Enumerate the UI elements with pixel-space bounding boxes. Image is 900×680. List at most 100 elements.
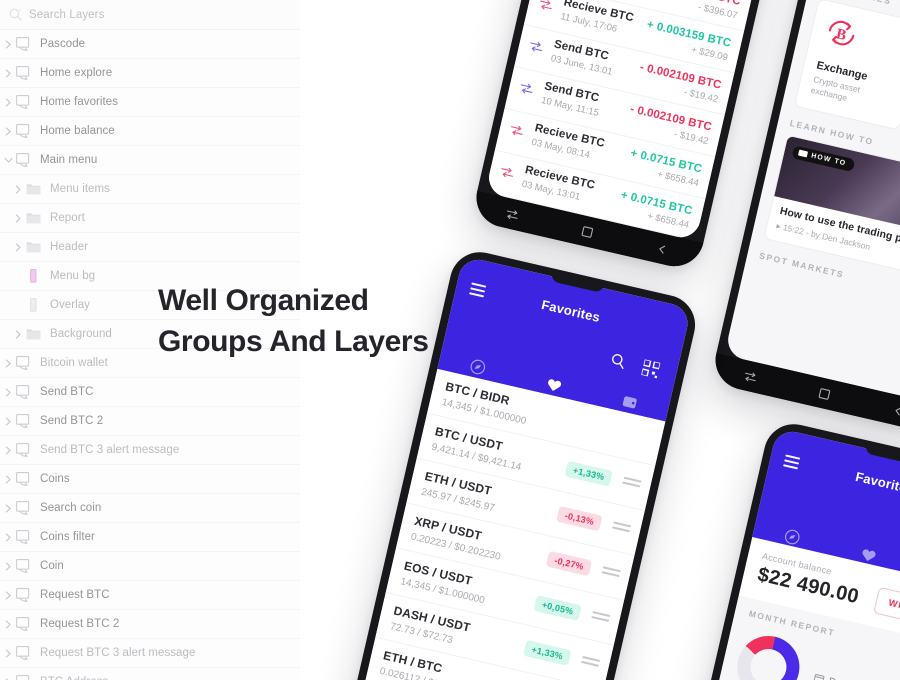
- artboard-icon: [16, 558, 32, 574]
- video-badge: HOW TO: [791, 145, 856, 173]
- chevron-right-icon[interactable]: [0, 378, 16, 407]
- artboard-icon: [16, 645, 32, 661]
- balance-screen: Favorites Account balance $22 490.00 WIT…: [673, 427, 900, 680]
- back-icon[interactable]: [656, 242, 669, 255]
- layer-name: Main menu: [40, 154, 98, 166]
- layer-name: Home balance: [40, 125, 115, 137]
- layer-row[interactable]: Home explore: [0, 59, 300, 88]
- transfer-icon: [509, 124, 525, 138]
- camera-icon: [797, 150, 808, 158]
- chevron-right-icon[interactable]: [0, 639, 16, 668]
- chevron-right-icon[interactable]: [0, 581, 16, 610]
- artboard-icon: [16, 674, 32, 680]
- back-icon[interactable]: [892, 404, 900, 417]
- chevron-right-icon[interactable]: [0, 668, 16, 680]
- artboard-icon: [16, 442, 32, 458]
- layer-name: Send BTC 2: [40, 415, 104, 427]
- layer-row[interactable]: Coins: [0, 465, 300, 494]
- layer-row[interactable]: Send BTC 2: [0, 407, 300, 436]
- layer-name: Menu items: [50, 183, 110, 195]
- page-title: Favorites: [540, 296, 602, 325]
- folder-icon: [26, 240, 42, 255]
- layer-row[interactable]: Menu items: [0, 175, 300, 204]
- artboard-icon: [16, 500, 32, 516]
- layer-name: Home explore: [40, 67, 113, 79]
- chevron-down-icon[interactable]: [0, 146, 16, 175]
- layer-row[interactable]: Request BTC: [0, 581, 300, 610]
- artboard-icon: [16, 587, 32, 603]
- recents-icon[interactable]: [743, 370, 758, 384]
- artboard-icon: [16, 36, 32, 52]
- layer-row[interactable]: Header: [0, 233, 300, 262]
- search-icon: [9, 8, 22, 21]
- layer-name: Request BTC 3 alert message: [40, 647, 196, 659]
- chevron-right-icon[interactable]: [0, 610, 16, 639]
- search-icon[interactable]: [609, 352, 627, 370]
- chevron-right-icon[interactable]: [0, 494, 16, 523]
- chevron-right-icon[interactable]: [10, 320, 26, 349]
- layer-row[interactable]: Coins filter: [0, 523, 300, 552]
- chevron-right-icon[interactable]: [0, 436, 16, 465]
- layer-row[interactable]: Search coin: [0, 494, 300, 523]
- chevron-right-icon[interactable]: [0, 465, 16, 494]
- search-layers-row[interactable]: [0, 0, 300, 30]
- layer-name: Coins filter: [40, 531, 95, 543]
- search-input[interactable]: [29, 8, 229, 21]
- shape-thumbnail-icon: [26, 297, 42, 313]
- chevron-right-icon[interactable]: [10, 233, 26, 262]
- artboard-icon: [16, 616, 32, 632]
- shape-thumbnail-icon: [26, 268, 42, 284]
- layer-row[interactable]: Home balance: [0, 117, 300, 146]
- chevron-right-icon[interactable]: [0, 88, 16, 117]
- layer-name: Send BTC 3 alert message: [40, 444, 180, 456]
- phone-balance: Favorites Account balance $22 490.00 WIT…: [658, 418, 900, 680]
- video-badge-label: HOW TO: [810, 152, 847, 168]
- withdraw-button[interactable]: WITHDRAW: [872, 586, 900, 633]
- artboard-icon: [16, 65, 32, 81]
- folder-icon: [26, 182, 42, 197]
- chevron-right-icon[interactable]: [0, 552, 16, 581]
- chevron-right-icon[interactable]: [0, 59, 16, 88]
- transfer-icon: [499, 166, 515, 180]
- transfer-icon: [528, 40, 544, 54]
- favorites-list[interactable]: BTC / BIDR 14,345 / $1.000000 BTC / USDT…: [359, 368, 666, 680]
- chevron-right-icon[interactable]: [0, 349, 16, 378]
- layer-name: Pascode: [40, 38, 86, 50]
- layer-row[interactable]: Main menu: [0, 146, 300, 175]
- layer-row[interactable]: Pascode: [0, 30, 300, 59]
- artboard-icon: [16, 152, 32, 168]
- layer-row[interactable]: Send BTC 3 alert message: [0, 436, 300, 465]
- layer-row[interactable]: Request BTC 3 alert message: [0, 639, 300, 668]
- folder-icon: [26, 327, 42, 342]
- recents-icon[interactable]: [505, 207, 520, 221]
- qr-icon[interactable]: [641, 359, 661, 379]
- layer-name: Header: [50, 241, 89, 253]
- layer-row[interactable]: Coin: [0, 552, 300, 581]
- layer-row[interactable]: Request BTC 2: [0, 610, 300, 639]
- layer-name: Background: [50, 328, 112, 340]
- month-report-donut: [731, 629, 806, 680]
- artboard-icon: [16, 529, 32, 545]
- chevron-right-icon[interactable]: [0, 407, 16, 436]
- home-icon[interactable]: [818, 387, 831, 400]
- home-icon[interactable]: [581, 225, 594, 238]
- bitcoin-exchange-icon: B: [821, 20, 858, 56]
- artboard-icon: [16, 94, 32, 110]
- layer-name: Menu bg: [50, 270, 96, 282]
- chevron-right-icon[interactable]: [10, 204, 26, 233]
- svg-text:B: B: [834, 26, 847, 44]
- transfer-icon: [518, 82, 534, 96]
- layer-row[interactable]: BTC Address: [0, 668, 300, 680]
- chevron-right-icon[interactable]: [0, 117, 16, 146]
- folder-icon: [26, 211, 42, 226]
- layer-name: Report: [50, 212, 85, 224]
- layer-row[interactable]: Send BTC: [0, 378, 300, 407]
- layer-row[interactable]: Home favorites: [0, 88, 300, 117]
- chevron-right-icon[interactable]: [10, 175, 26, 204]
- layer-name: Overlay: [50, 299, 90, 311]
- layer-name: Bitcoin wallet: [40, 357, 108, 369]
- chevron-right-icon[interactable]: [0, 523, 16, 552]
- layer-row[interactable]: Report: [0, 204, 300, 233]
- chevron-right-icon[interactable]: [0, 30, 16, 59]
- page-title: Well Organized Groups And Layers: [158, 280, 488, 362]
